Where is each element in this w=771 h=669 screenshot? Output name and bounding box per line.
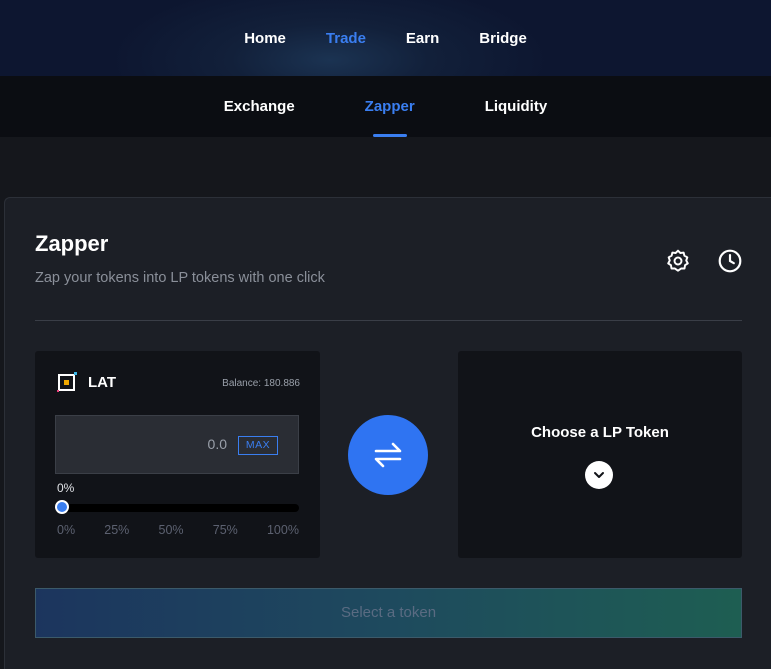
- max-button[interactable]: MAX: [238, 436, 278, 455]
- zapper-card: Zapper Zap your tokens into LP tokens wi…: [4, 197, 771, 669]
- swap-button[interactable]: [348, 415, 428, 495]
- swap-arrows-icon: [374, 442, 402, 468]
- from-token-panel: LAT Balance: 180.886 0.0 MAX 0% 0% 25% 5…: [35, 351, 320, 558]
- token-symbol[interactable]: LAT: [88, 374, 116, 391]
- tick-25[interactable]: 25%: [104, 523, 129, 537]
- tick-0[interactable]: 0%: [57, 523, 75, 537]
- percent-slider-thumb[interactable]: [55, 500, 69, 514]
- settings-button[interactable]: [665, 248, 691, 274]
- tab-exchange[interactable]: Exchange: [224, 76, 295, 137]
- choose-lp-token-label[interactable]: Choose a LP Token: [458, 424, 742, 441]
- percent-label: 0%: [57, 481, 75, 495]
- top-navigation: Home Trade Earn Bridge: [0, 0, 771, 76]
- tab-zapper[interactable]: Zapper: [365, 76, 415, 137]
- sub-navigation: Exchange Zapper Liquidity: [0, 76, 771, 137]
- tab-liquidity[interactable]: Liquidity: [485, 76, 548, 137]
- nav-earn[interactable]: Earn: [386, 30, 459, 47]
- nav-trade[interactable]: Trade: [306, 30, 386, 47]
- token-balance: Balance: 180.886: [222, 378, 300, 389]
- tick-100[interactable]: 100%: [267, 523, 299, 537]
- choose-token-dropdown[interactable]: [585, 461, 613, 489]
- nav-home[interactable]: Home: [224, 30, 306, 47]
- chevron-down-icon: [594, 472, 604, 478]
- amount-value[interactable]: 0.0: [208, 436, 227, 452]
- tick-75[interactable]: 75%: [213, 523, 238, 537]
- select-token-button[interactable]: Select a token: [35, 588, 742, 638]
- card-subtitle: Zap your tokens into LP tokens with one …: [35, 270, 325, 286]
- clock-icon: [718, 249, 742, 273]
- to-lp-token-panel[interactable]: Choose a LP Token: [458, 351, 742, 558]
- card-title: Zapper: [35, 231, 109, 256]
- amount-input[interactable]: 0.0 MAX: [55, 415, 299, 474]
- percent-slider-track[interactable]: [55, 504, 299, 512]
- divider: [35, 320, 742, 321]
- percent-ticks: 0% 25% 50% 75% 100%: [57, 523, 299, 537]
- gear-icon: [667, 249, 689, 272]
- lat-token-icon: [57, 372, 77, 392]
- nav-bridge[interactable]: Bridge: [459, 30, 547, 47]
- history-button[interactable]: [717, 248, 743, 274]
- tick-50[interactable]: 50%: [159, 523, 184, 537]
